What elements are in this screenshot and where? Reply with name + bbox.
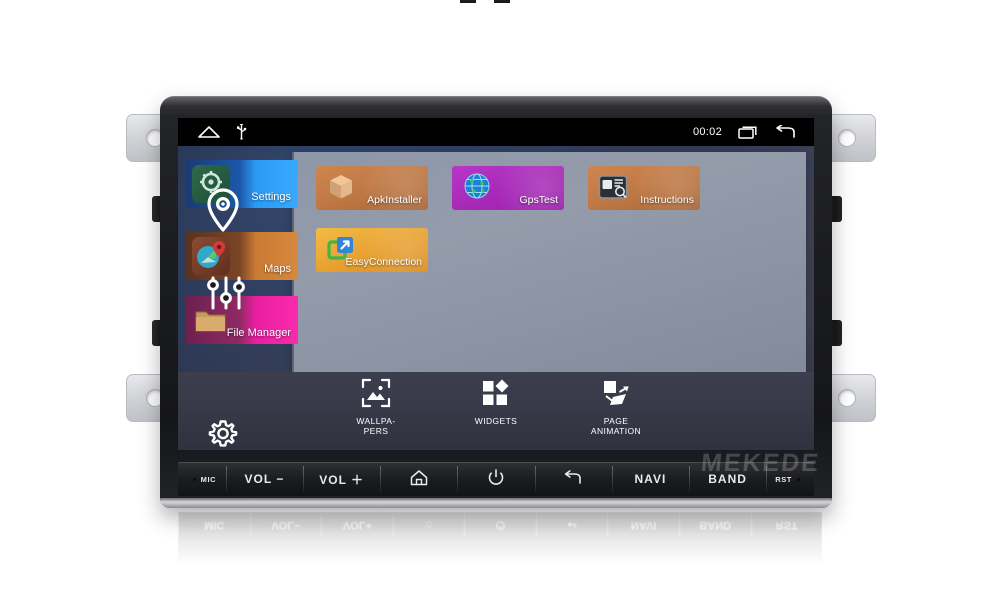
reset-pinhole[interactable] bbox=[796, 476, 801, 482]
reflection-button: NAVI bbox=[607, 514, 679, 536]
dock-label: WIDGETS bbox=[474, 416, 518, 426]
recent-apps-icon[interactable] bbox=[738, 125, 758, 140]
hw-button-volume-down[interactable]: VOL − bbox=[225, 462, 303, 496]
hw-button-label: VOL ＋ bbox=[319, 472, 365, 487]
dock-item-wallpapers[interactable]: WALLPA- PERS bbox=[334, 378, 418, 436]
widget-label: Settings bbox=[251, 191, 291, 203]
app-label: GpsTest bbox=[519, 194, 558, 206]
home-icon bbox=[410, 469, 428, 489]
equalizer-icon[interactable] bbox=[206, 276, 246, 315]
widget-tile-settings[interactable]: Settings bbox=[186, 160, 298, 208]
usb-icon bbox=[236, 124, 247, 140]
bracket-hole bbox=[838, 389, 856, 407]
surface-reflection: MIC VOL− VOL+ ⌂ ⏻ ↩ NAVI BAND RST bbox=[178, 512, 823, 564]
dock-item-page-animation[interactable]: PAGE ANIMATION bbox=[574, 378, 658, 436]
maps-widget-icon bbox=[192, 237, 230, 275]
reflection-button: RST bbox=[750, 514, 823, 536]
back-icon bbox=[563, 470, 583, 488]
app-label: Instructions bbox=[640, 194, 694, 206]
reflection-button: VOL+ bbox=[321, 514, 393, 536]
hw-button-power[interactable] bbox=[457, 462, 534, 496]
manual-book-icon bbox=[596, 170, 630, 204]
home-options-dock: WALLPA- PERS WIDGETS PAGE ANIMATION bbox=[178, 372, 814, 450]
reflection-button: MIC bbox=[178, 514, 250, 536]
app-tile-instructions[interactable]: Instructions bbox=[588, 166, 700, 210]
app-grid: ApkInstaller GpsTest Instructions EasyCo… bbox=[316, 166, 792, 272]
lcd-screen: 00:02 Settings Maps File Manager ApkInst… bbox=[178, 118, 814, 450]
widgets-icon bbox=[481, 378, 511, 413]
app-drawer-panel: ApkInstaller GpsTest Instructions EasyCo… bbox=[292, 152, 806, 372]
dock-label: WALLPA- PERS bbox=[356, 416, 396, 436]
reflection-button: BAND bbox=[678, 514, 751, 536]
globe-icon bbox=[460, 170, 494, 204]
gear-icon[interactable] bbox=[206, 418, 240, 450]
hw-button-band[interactable]: BAND bbox=[688, 462, 766, 496]
reflection-button: ⌂ bbox=[392, 514, 465, 536]
hw-button-mic[interactable]: MIC bbox=[178, 462, 226, 496]
hw-button-label: BAND bbox=[708, 472, 747, 486]
app-tile-easyconnection[interactable]: EasyConnection bbox=[316, 228, 428, 272]
screen-mirror-icon bbox=[324, 232, 358, 266]
hw-button-navi[interactable]: NAVI bbox=[611, 462, 689, 496]
back-arrow-icon[interactable] bbox=[774, 124, 796, 140]
hw-button-reset[interactable]: RST bbox=[766, 462, 814, 496]
app-label: ApkInstaller bbox=[367, 194, 422, 206]
hw-button-back[interactable] bbox=[534, 462, 612, 496]
dock-item-widgets[interactable]: WIDGETS bbox=[454, 378, 538, 436]
hardware-button-bar: MIC VOL − VOL ＋ NAVI BAND RST bbox=[178, 462, 814, 496]
widget-label: Maps bbox=[264, 263, 291, 275]
bracket-hole bbox=[838, 129, 856, 147]
hw-button-label: RST bbox=[775, 474, 792, 484]
android-status-bar: 00:02 bbox=[178, 118, 814, 146]
hw-button-volume-up[interactable]: VOL ＋ bbox=[303, 462, 380, 496]
location-pin-icon[interactable] bbox=[206, 188, 240, 237]
home-widget-column: Settings Maps File Manager bbox=[178, 146, 300, 396]
hw-button-label: MIC bbox=[200, 474, 217, 484]
microphone-pinhole bbox=[191, 476, 197, 482]
hw-button-label: NAVI bbox=[634, 472, 667, 486]
status-bar-clock: 00:02 bbox=[692, 126, 722, 138]
home-tent-icon[interactable] bbox=[198, 125, 220, 139]
car-head-unit: 00:02 Settings Maps File Manager ApkInst… bbox=[160, 96, 832, 508]
app-tile-apkinstaller[interactable]: ApkInstaller bbox=[316, 166, 428, 210]
hw-button-label: VOL − bbox=[244, 472, 285, 486]
dock-label: PAGE ANIMATION bbox=[590, 416, 642, 436]
screenshot-root: MIC VOL− VOL+ ⌂ ⏻ ↩ NAVI BAND RST 00:02 … bbox=[0, 0, 1000, 600]
hw-button-home[interactable] bbox=[380, 462, 457, 496]
top-mount-clip-left bbox=[460, 0, 476, 3]
reflection-button: VOL− bbox=[249, 514, 322, 536]
widget-label: File Manager bbox=[226, 327, 291, 339]
widget-tile-maps[interactable]: Maps bbox=[186, 232, 298, 280]
reflection-button: ⏻ bbox=[464, 514, 536, 536]
app-tile-gpstest[interactable]: GpsTest bbox=[452, 166, 564, 210]
reflection-button: ↩ bbox=[535, 514, 608, 536]
power-icon bbox=[488, 469, 504, 489]
page-animation-icon bbox=[601, 378, 631, 413]
package-box-icon bbox=[324, 170, 358, 204]
bezel-bottom-trim bbox=[160, 498, 832, 508]
top-mount-clip-right bbox=[494, 0, 510, 3]
wallpaper-icon bbox=[361, 378, 391, 413]
